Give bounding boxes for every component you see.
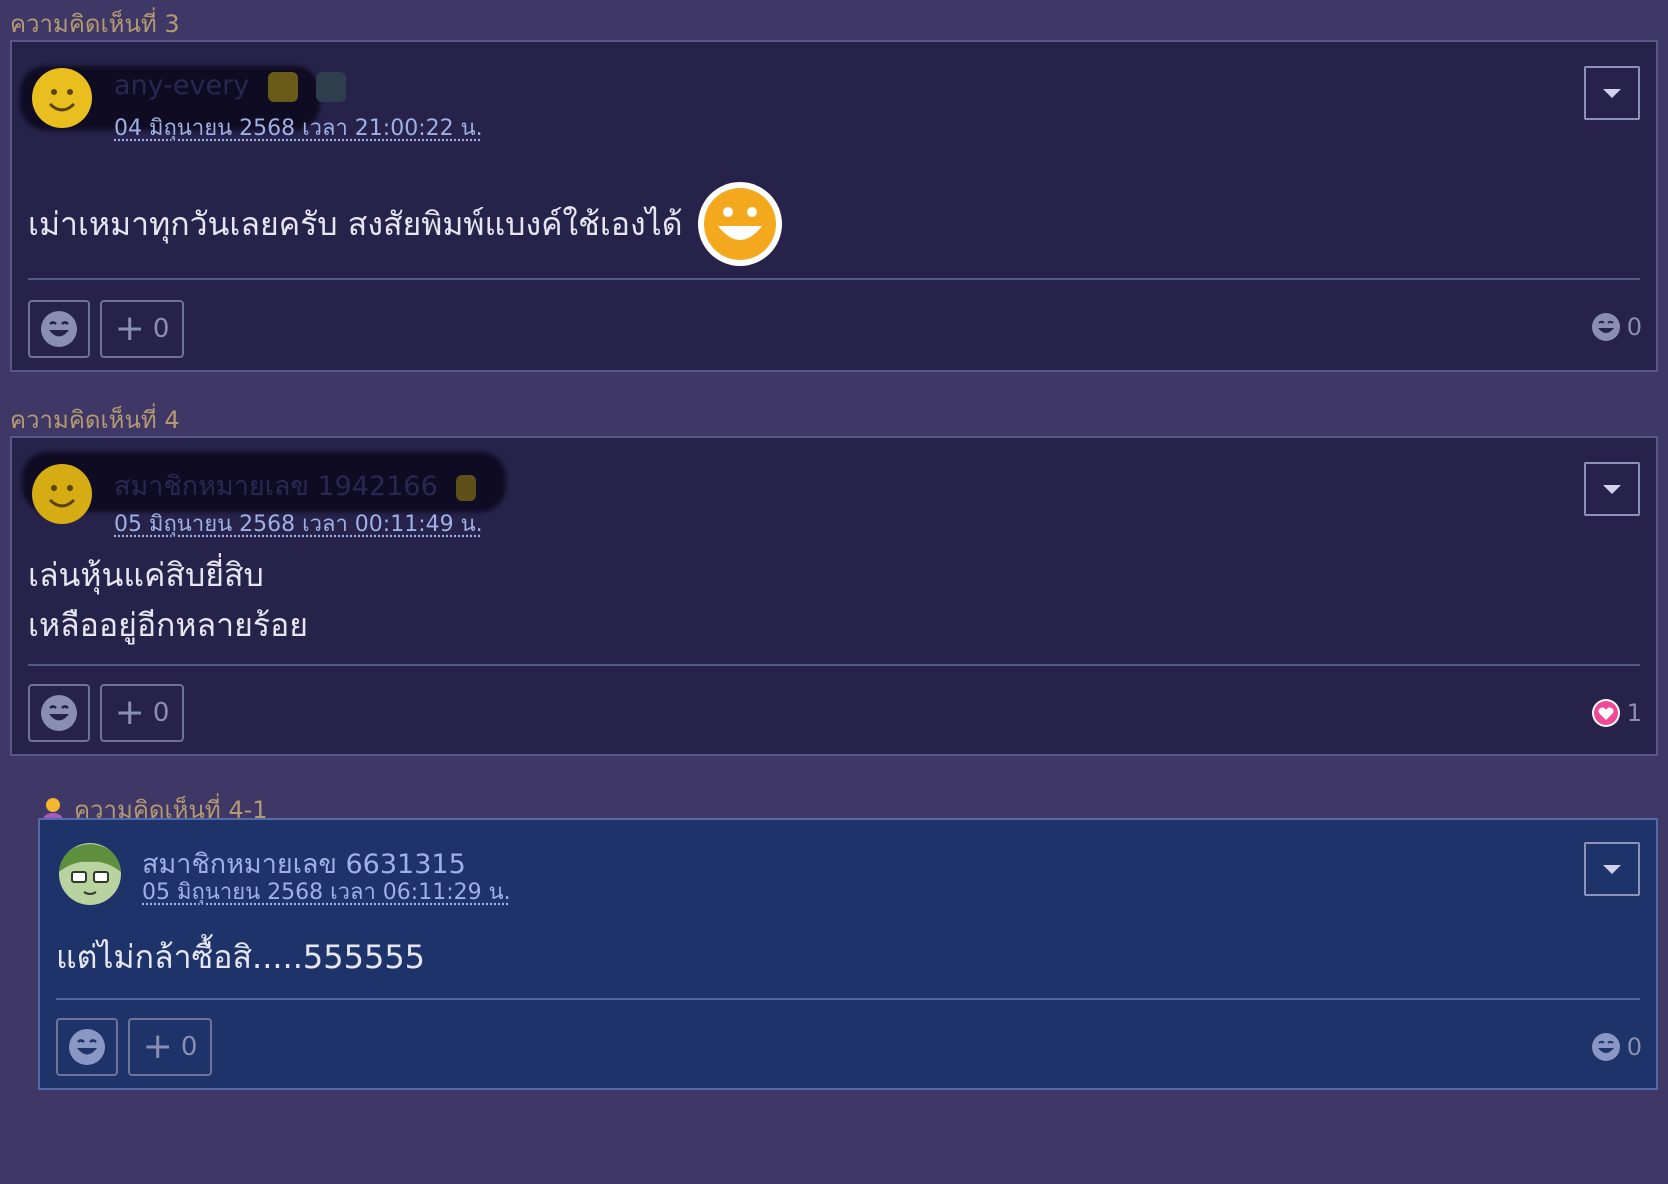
plus-icon: +	[114, 692, 145, 733]
big-grin-emoji-icon	[698, 182, 783, 266]
comment-card: สมาชิกหมายเลข 1942166 05 มิถุนายน 2568 เ…	[10, 436, 1658, 756]
chevron-down-icon	[1603, 484, 1621, 494]
username[interactable]: any-every	[114, 70, 347, 102]
vote-count: 0	[152, 314, 170, 344]
comment-card: any-every 04 มิถุนายน 2568 เวลา 21:00:22…	[10, 40, 1658, 372]
heart-icon	[1591, 699, 1620, 727]
avatar[interactable]	[58, 842, 122, 906]
comment-body: เม่าเหมาทุกวันเลยครับ สงสัยพิมพ์แบงค์ใช้…	[28, 180, 784, 268]
vote-count: 0	[180, 1032, 198, 1062]
username-text: สมาชิกหมายเลข 1942166	[114, 471, 438, 502]
comments-page: ความคิดเห็นที่ 3 any-every 04 มิถุนายน 2…	[0, 0, 1668, 1184]
reaction-count: 1	[1626, 699, 1642, 727]
comment-text-line: เล่นหุ้นแค่สิบยี่สิบ	[28, 556, 264, 594]
reaction-count: 0	[1626, 313, 1642, 341]
laugh-icon	[1591, 313, 1620, 341]
comment-menu-button[interactable]	[1584, 66, 1640, 120]
card-divider	[56, 998, 1640, 1000]
plus-icon: +	[142, 1026, 173, 1067]
cartoon-avatar-icon	[59, 843, 121, 905]
vote-plus-button[interactable]: + 0	[128, 1018, 212, 1076]
reply-text-line: แต่ไม่กล้าซื้อสิ.....555555	[56, 938, 426, 976]
plus-icon: +	[114, 308, 145, 349]
smiley-react-icon	[41, 695, 77, 731]
card-divider	[28, 278, 1640, 280]
smiley-react-icon	[41, 311, 77, 347]
timestamp[interactable]: 05 มิถุนายน 2568 เวลา 06:11:29 น.	[142, 874, 511, 909]
comment-text-line: เม่าเหมาทุกวันเลยครับ สงสัยพิมพ์แบงค์ใช้…	[28, 205, 683, 243]
avatar[interactable]	[30, 66, 94, 130]
smiley-react-icon	[69, 1029, 105, 1065]
comment-heading: ความคิดเห็นที่ 3	[10, 10, 180, 38]
reply-menu-button[interactable]	[1584, 842, 1640, 896]
timestamp[interactable]: 05 มิถุนายน 2568 เวลา 00:11:49 น.	[114, 506, 483, 541]
timestamp[interactable]: 04 มิถุนายน 2568 เวลา 21:00:22 น.	[114, 110, 483, 145]
comment-body: เล่นหุ้นแค่สิบยี่สิบ เหลืออยู่อีกหลายร้อ…	[28, 550, 308, 650]
avatar[interactable]	[30, 462, 94, 526]
laugh-icon	[1591, 1033, 1620, 1061]
reaction-summary[interactable]: 0	[1591, 312, 1642, 342]
username[interactable]: สมาชิกหมายเลข 1942166	[114, 464, 477, 507]
emoji-badge-icon	[267, 71, 298, 102]
comment-text-line: เหลืออยู่อีกหลายร้อย	[28, 606, 308, 644]
reply-header: สมาชิกหมายเลข 6631315 05 มิถุนายน 2568 เ…	[56, 842, 756, 914]
vote-count: 0	[152, 698, 170, 728]
reply-card: สมาชิกหมายเลข 6631315 05 มิถุนายน 2568 เ…	[38, 818, 1658, 1090]
comment-heading: ความคิดเห็นที่ 4	[10, 406, 180, 434]
username-text: any-every	[114, 70, 250, 101]
smiley-avatar-icon	[32, 464, 92, 524]
comment-header: any-every 04 มิถุนายน 2568 เวลา 21:00:22…	[20, 64, 728, 141]
vote-plus-button[interactable]: + 0	[100, 300, 184, 358]
reaction-summary[interactable]: 1	[1591, 698, 1642, 728]
chevron-down-icon	[1603, 88, 1621, 98]
vote-plus-button[interactable]: + 0	[100, 684, 184, 742]
emotion-button[interactable]	[28, 684, 90, 742]
reaction-summary[interactable]: 0	[1591, 1032, 1642, 1062]
reaction-count: 0	[1626, 1033, 1642, 1061]
emotion-button[interactable]	[56, 1018, 118, 1076]
comment-menu-button[interactable]	[1584, 462, 1640, 516]
reply-body: แต่ไม่กล้าซื้อสิ.....555555	[56, 932, 425, 982]
member-badge-icon	[316, 71, 347, 102]
smiley-avatar-icon	[32, 68, 92, 128]
emotion-button[interactable]	[28, 300, 90, 358]
card-divider	[28, 664, 1640, 666]
comment-header: สมาชิกหมายเลข 1942166 05 มิถุนายน 2568 เ…	[22, 452, 728, 537]
member-badge-icon	[456, 474, 477, 501]
chevron-down-icon	[1603, 864, 1621, 874]
